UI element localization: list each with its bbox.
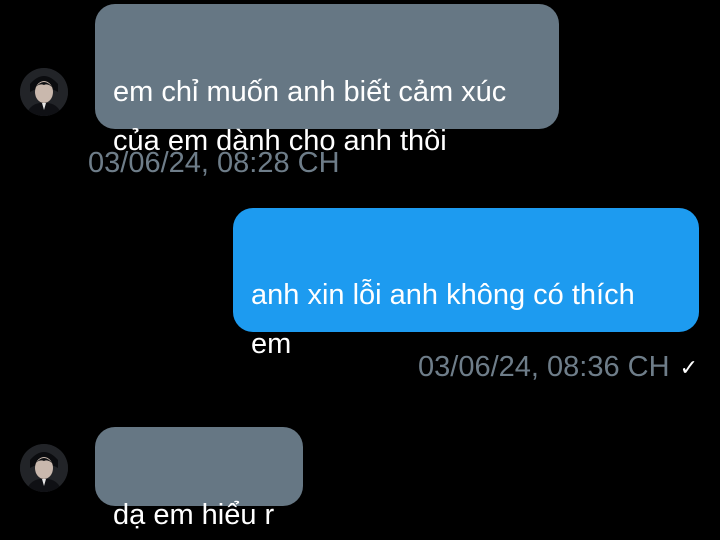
avatar-photo-icon <box>20 68 68 116</box>
sent-message-text: anh xin lỗi anh không có thích em <box>251 279 635 360</box>
received-message-text: dạ em hiểu r <box>113 499 275 531</box>
checkmark-icon: ✓ <box>679 355 698 381</box>
sent-message-bubble[interactable]: anh xin lỗi anh không có thích em <box>233 208 699 360</box>
received-message-text: em chỉ muốn anh biết cảm xúc của em dành… <box>113 76 507 157</box>
message-timestamp: 03/06/24, 08:28 CH <box>88 147 340 179</box>
message-timestamp: 03/06/24, 08:36 CH <box>418 351 670 383</box>
received-message-bubble[interactable]: em chỉ muốn anh biết cảm xúc của em dành… <box>95 4 559 157</box>
sent-message-timestamp-row: 03/06/24, 08:36 CH ✓ <box>418 350 698 385</box>
sender-avatar[interactable] <box>20 444 68 492</box>
avatar-photo-icon <box>20 444 68 492</box>
received-message-bubble[interactable]: dạ em hiểu r <box>95 427 303 531</box>
sender-avatar[interactable] <box>20 68 68 116</box>
